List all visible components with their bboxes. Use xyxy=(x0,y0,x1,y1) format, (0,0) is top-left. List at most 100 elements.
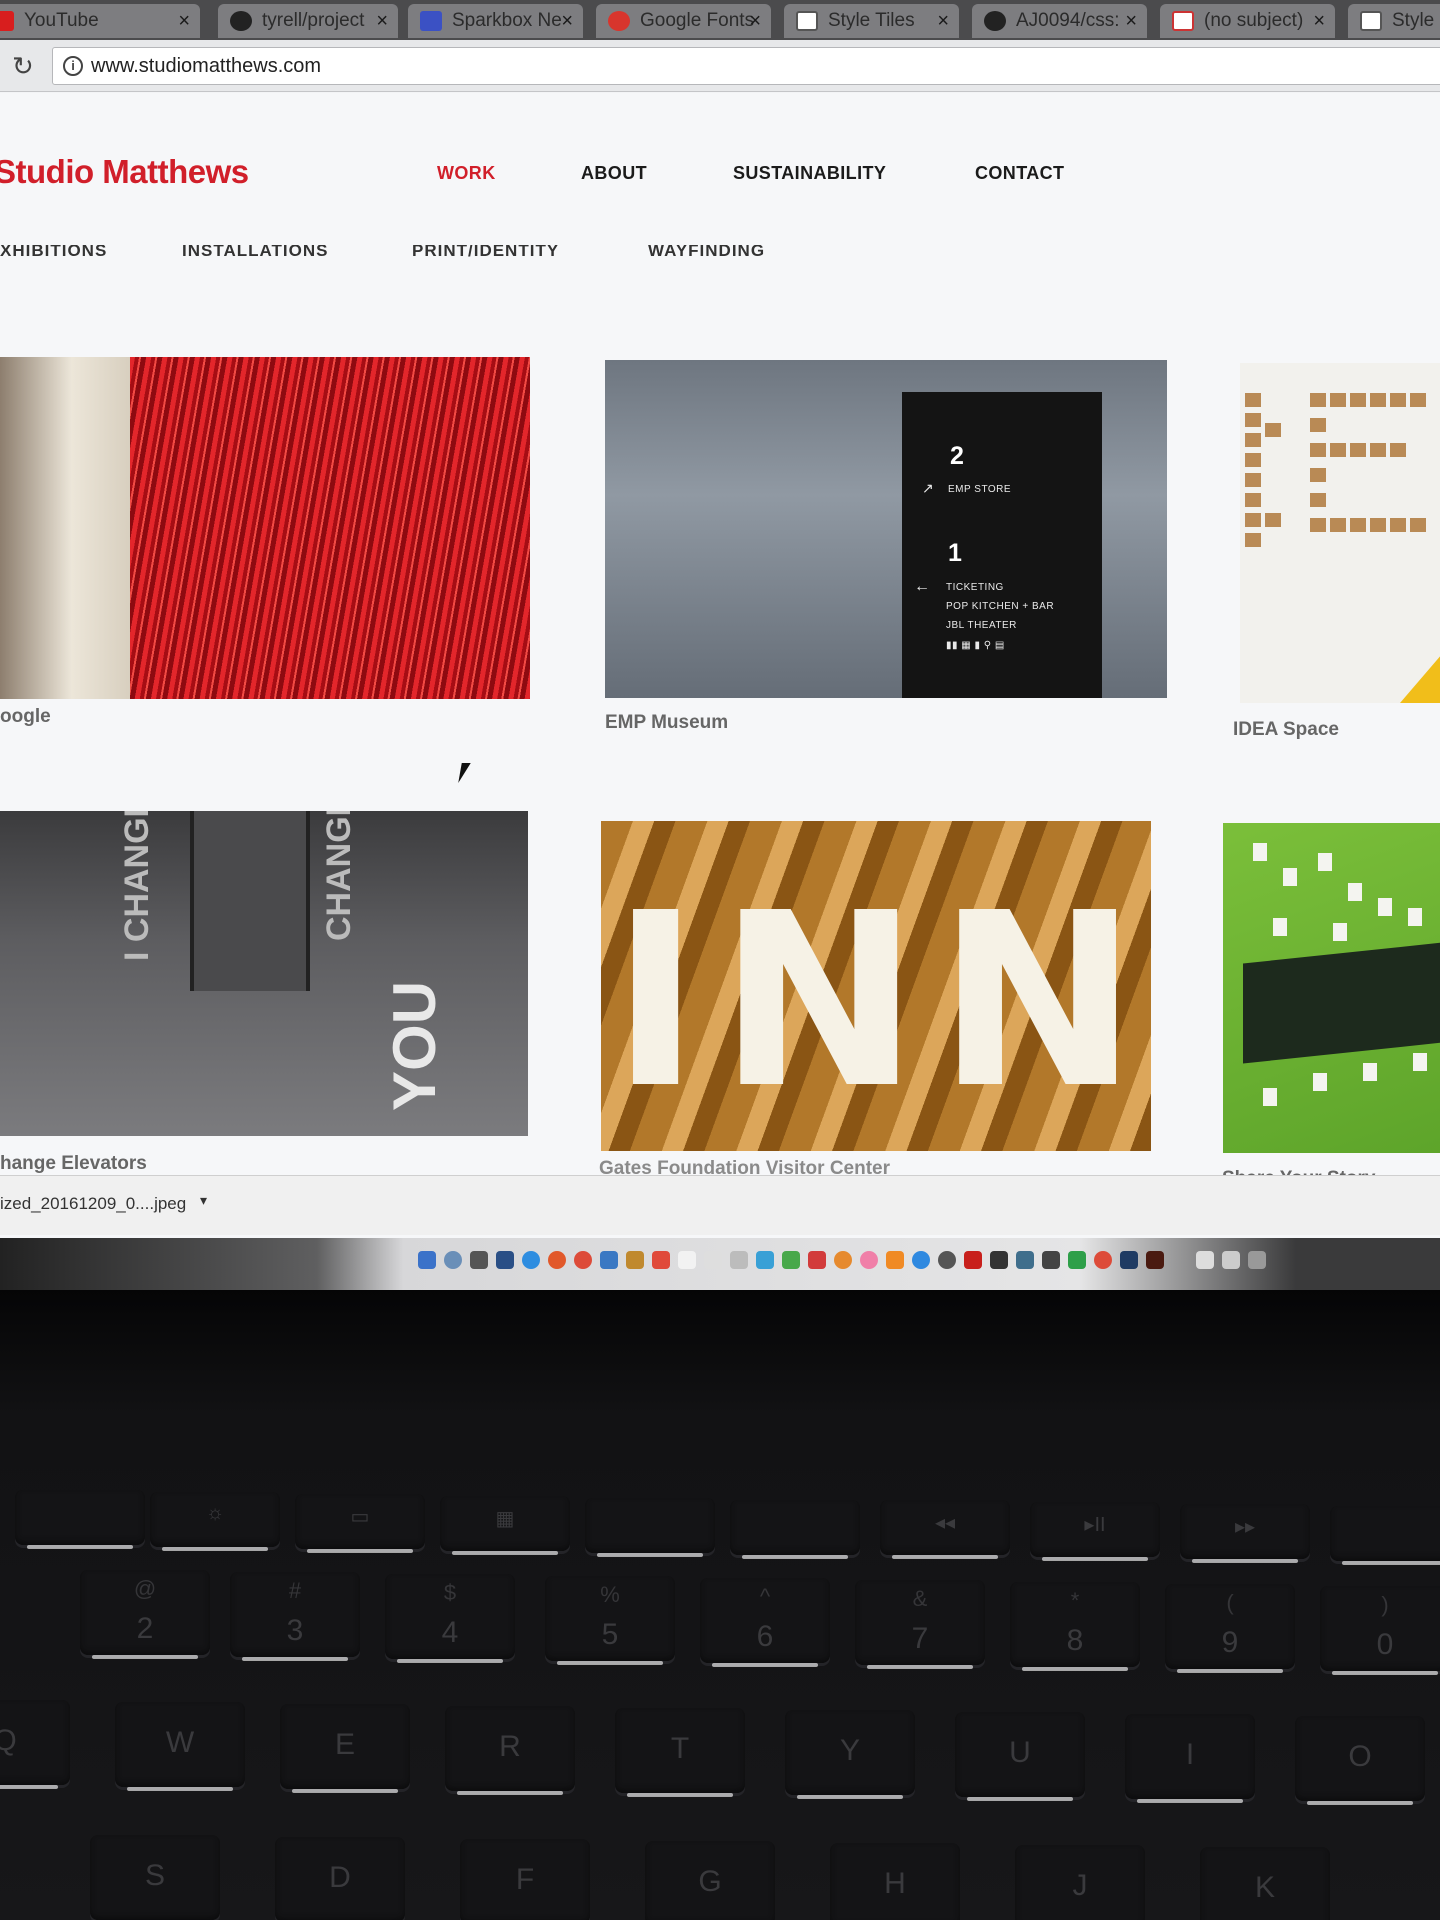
ibooks-icon[interactable] xyxy=(886,1251,904,1269)
function-key xyxy=(585,1498,715,1557)
nav-work[interactable]: WORK xyxy=(437,163,496,184)
close-icon[interactable]: × xyxy=(1125,4,1137,38)
chrome-icon[interactable] xyxy=(574,1251,592,1269)
key-5: % 5 xyxy=(545,1576,675,1665)
photo-frame xyxy=(1318,853,1332,871)
tab-sparkbox[interactable]: Sparkbox Ne × xyxy=(408,4,583,38)
app-icon[interactable] xyxy=(470,1251,488,1269)
reload-icon[interactable]: ↻ xyxy=(12,51,34,82)
subnav-exhibitions[interactable]: XHIBITIONS xyxy=(0,245,107,257)
project-image-google[interactable] xyxy=(0,357,530,699)
wood-block xyxy=(1265,423,1281,437)
wood-block xyxy=(1410,518,1426,532)
app-icon[interactable] xyxy=(704,1251,722,1269)
chevron-down-icon[interactable]: ▾ xyxy=(200,1192,207,1209)
app-icon[interactable] xyxy=(1222,1251,1240,1269)
wood-block xyxy=(1310,518,1326,532)
address-bar[interactable]: i www.studiomatthews.com xyxy=(52,47,1440,85)
key-4: $4 xyxy=(385,1574,515,1663)
chrome-icon[interactable] xyxy=(1094,1251,1112,1269)
itunes-icon[interactable] xyxy=(860,1251,878,1269)
app-icon[interactable] xyxy=(756,1251,774,1269)
project-image-elevators[interactable]: I CHANGE CHANGE YOU xyxy=(0,811,528,1136)
subnav-print-identity[interactable]: PRINT/IDENTITY xyxy=(412,245,559,257)
tab-youtube[interactable]: YouTube × xyxy=(0,4,200,38)
photo-frame xyxy=(1413,1053,1427,1071)
launchpad-icon[interactable] xyxy=(444,1251,462,1269)
app-icon[interactable] xyxy=(990,1251,1008,1269)
wood-block xyxy=(1330,443,1346,457)
downloads-stack-icon[interactable] xyxy=(1196,1251,1214,1269)
project-image-share-your-story[interactable] xyxy=(1223,823,1440,1153)
tab-style-tiles[interactable]: Style Tiles × xyxy=(784,4,959,38)
wood-block xyxy=(1310,468,1326,482)
wood-block xyxy=(1350,518,1366,532)
url-text[interactable]: www.studiomatthews.com xyxy=(91,48,321,84)
notes-icon[interactable] xyxy=(678,1251,696,1269)
app-icon[interactable] xyxy=(496,1251,514,1269)
sign-label: TICKETING xyxy=(946,582,1004,593)
key-g: G xyxy=(645,1841,775,1920)
app-store-icon[interactable] xyxy=(912,1251,930,1269)
tab-google-fonts[interactable]: Google Fonts × xyxy=(596,4,771,38)
project-image-emp[interactable]: 2 ↗ EMP STORE 1 ← TICKETING POP KITCHEN … xyxy=(605,360,1167,698)
tab-gmail[interactable]: (no subject) × xyxy=(1160,4,1335,38)
safari-icon[interactable] xyxy=(522,1251,540,1269)
key-k: K xyxy=(1200,1847,1330,1920)
function-key xyxy=(15,1490,145,1549)
app-icon[interactable] xyxy=(808,1251,826,1269)
illustrator-icon[interactable] xyxy=(1146,1251,1164,1269)
trash-icon[interactable] xyxy=(1248,1251,1266,1269)
project-image-idea-space[interactable] xyxy=(1240,363,1440,703)
tab-style[interactable]: Style xyxy=(1348,4,1440,38)
app-icon[interactable] xyxy=(600,1251,618,1269)
sign-label: POP KITCHEN + BAR xyxy=(946,601,1055,612)
key-6: ^ 6 xyxy=(700,1578,830,1667)
tab-github[interactable]: tyrell/project × xyxy=(218,4,398,38)
app-icon[interactable] xyxy=(1016,1251,1034,1269)
photoshop-icon[interactable] xyxy=(1120,1251,1138,1269)
messages-icon[interactable] xyxy=(782,1251,800,1269)
project-caption[interactable]: IDEA Space xyxy=(1233,719,1339,741)
key-2: @2 xyxy=(80,1570,210,1659)
close-icon[interactable]: × xyxy=(376,4,388,38)
app-icon[interactable] xyxy=(1042,1251,1060,1269)
close-icon[interactable]: × xyxy=(749,4,761,38)
nav-sustainability[interactable]: SUSTAINABILITY xyxy=(733,163,886,184)
key-s: S xyxy=(90,1835,220,1920)
project-caption[interactable]: oogle xyxy=(0,706,51,728)
acrobat-icon[interactable] xyxy=(964,1251,982,1269)
nav-contact[interactable]: CONTACT xyxy=(975,163,1064,184)
app-icon[interactable] xyxy=(626,1251,644,1269)
amenity-icons: ▮▮ ▦ ▮ ⚲ ▤ xyxy=(946,640,1005,651)
close-icon[interactable]: × xyxy=(178,4,190,38)
info-icon[interactable]: i xyxy=(63,56,83,76)
nav-about[interactable]: ABOUT xyxy=(581,163,647,184)
download-filename[interactable]: ized_20161209_0....jpeg xyxy=(0,1194,186,1214)
project-caption[interactable]: hange Elevators xyxy=(0,1153,147,1175)
finder-icon[interactable] xyxy=(418,1251,436,1269)
project-image-gates-foundation[interactable]: INN xyxy=(601,821,1151,1151)
calendar-icon[interactable] xyxy=(652,1251,670,1269)
photos-icon[interactable] xyxy=(834,1251,852,1269)
subnav-installations[interactable]: INSTALLATIONS xyxy=(182,245,328,257)
site-logo[interactable]: Studio Matthews xyxy=(0,153,249,191)
wood-block xyxy=(1330,518,1346,532)
system-preferences-icon[interactable] xyxy=(938,1251,956,1269)
project-caption[interactable]: EMP Museum xyxy=(605,712,728,734)
function-key xyxy=(730,1500,860,1559)
gmail-icon xyxy=(1172,11,1194,31)
wood-block xyxy=(1390,393,1406,407)
key-y: Y xyxy=(785,1710,915,1799)
close-icon[interactable]: × xyxy=(1313,4,1325,38)
app-icon[interactable] xyxy=(1068,1251,1086,1269)
app-icon[interactable] xyxy=(730,1251,748,1269)
floor-word-left: I CHANGE xyxy=(118,811,156,961)
firefox-icon[interactable] xyxy=(548,1251,566,1269)
key-e: E xyxy=(280,1704,410,1793)
subnav-wayfinding[interactable]: WAYFINDING xyxy=(648,245,765,257)
close-icon[interactable]: × xyxy=(937,4,949,38)
close-icon[interactable]: × xyxy=(561,4,573,38)
wood-block xyxy=(1245,393,1261,407)
tab-github-css[interactable]: AJ0094/css: × xyxy=(972,4,1147,38)
